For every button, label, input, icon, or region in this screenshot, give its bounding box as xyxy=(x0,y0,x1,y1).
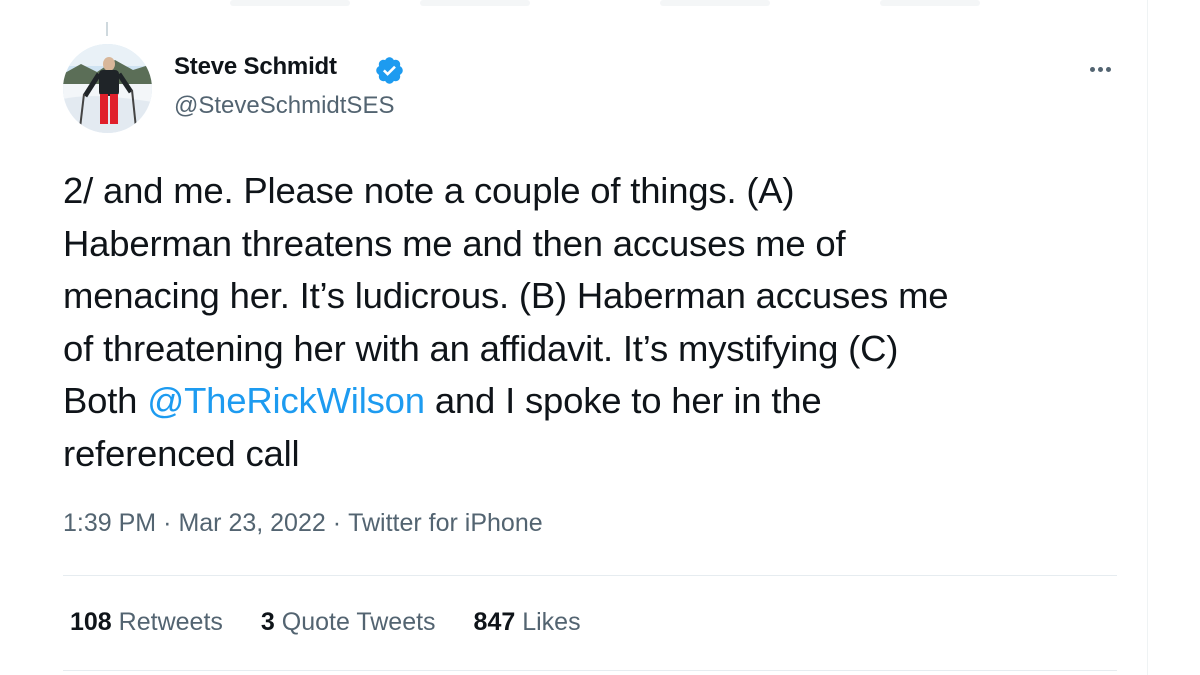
quote-tweets-label: Quote Tweets xyxy=(281,608,436,636)
tweet-line: Haberman threatens me and then accuses m… xyxy=(63,222,846,264)
tweet-source[interactable]: Twitter for iPhone xyxy=(348,509,543,537)
divider xyxy=(63,670,1117,671)
top-fade-2 xyxy=(420,0,530,6)
tweet-metadata: 1:39 PM · Mar 23, 2022 · Twitter for iPhone xyxy=(63,509,543,538)
dot xyxy=(1105,66,1111,72)
top-fade-3 xyxy=(660,0,770,6)
likes-stat[interactable]: 847 Likes xyxy=(474,608,581,637)
column-border xyxy=(1147,0,1148,675)
retweets-count: 108 xyxy=(70,608,112,636)
tweet-line: menacing her. It’s ludicrous. (B) Haberm… xyxy=(63,275,949,316)
quote-tweets-count: 3 xyxy=(260,608,275,636)
top-fade-4 xyxy=(880,0,980,6)
verified-badge-icon xyxy=(374,55,405,86)
dot xyxy=(1097,66,1103,72)
tweet-line: of threatening her with an affidavit. It… xyxy=(63,327,899,369)
mention-link[interactable]: @TheRickWilson xyxy=(147,380,425,421)
author-handle[interactable]: @SteveSchmidtSES xyxy=(174,92,394,120)
engagement-stats: 108 Retweets 3 Quote Tweets 847 Likes xyxy=(70,608,581,637)
tweet-time[interactable]: 1:39 PM xyxy=(63,509,156,537)
tweet-line-with-mention: Both @TheRickWilson and I spoke to her i… xyxy=(63,375,1143,428)
tweet-line: 2/ and me. Please note a couple of thing… xyxy=(63,170,795,211)
tweet-text-fragment: and I spoke to her in the xyxy=(434,380,822,421)
tweet-line: referenced call xyxy=(63,432,300,474)
more-options-icon[interactable] xyxy=(1080,54,1120,84)
tweet-text: 2/ and me. Please note a couple of thing… xyxy=(63,165,1143,480)
separator: · xyxy=(163,509,172,537)
separator: · xyxy=(332,509,342,537)
retweets-stat[interactable]: 108 Retweets xyxy=(70,608,223,637)
avatar[interactable] xyxy=(63,44,152,133)
dot xyxy=(1089,66,1095,72)
retweets-label: Retweets xyxy=(118,608,223,636)
thread-connector-line xyxy=(106,22,108,36)
likes-count: 847 xyxy=(473,608,516,636)
author-display-name[interactable]: Steve Schmidt xyxy=(174,53,337,81)
top-fade-1 xyxy=(230,0,350,6)
divider xyxy=(63,575,1117,576)
likes-label: Likes xyxy=(522,608,581,636)
tweet-date[interactable]: Mar 23, 2022 xyxy=(178,509,325,537)
tweet-text-fragment: Both xyxy=(63,380,148,421)
quote-tweets-stat[interactable]: 3 Quote Tweets xyxy=(261,608,436,637)
